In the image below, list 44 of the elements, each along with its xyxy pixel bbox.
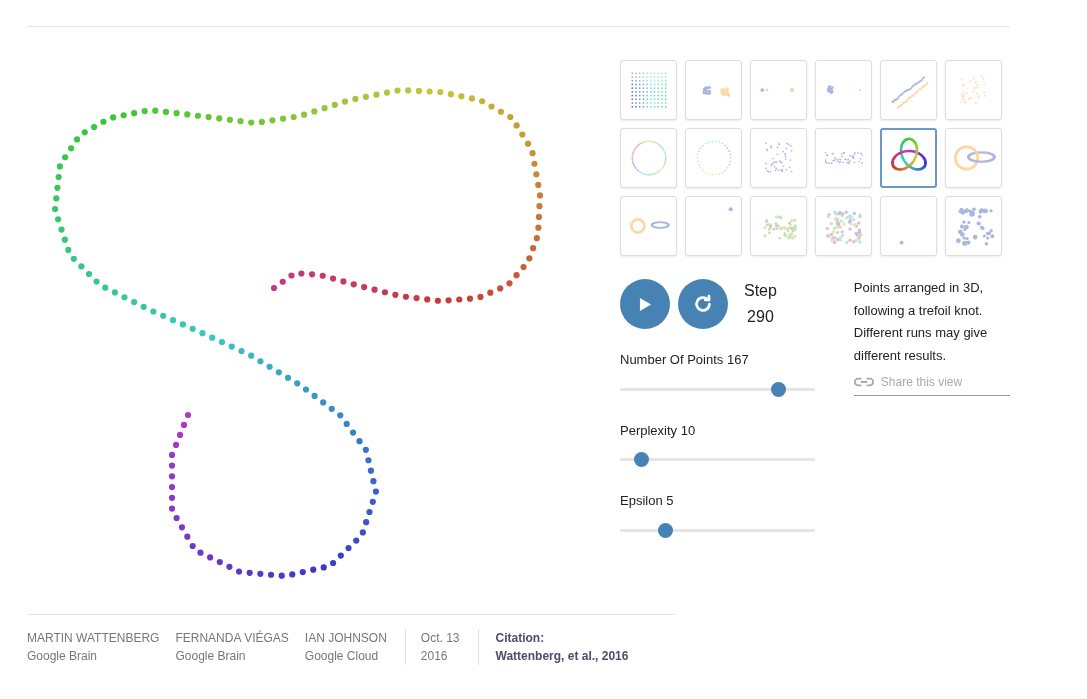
example-drawing <box>695 140 732 176</box>
slider-thumb[interactable] <box>657 522 673 538</box>
step-value: 290 <box>747 307 774 327</box>
author-name: IAN JOHNSON <box>304 630 387 647</box>
slider-label: Epsilon 5 <box>620 492 675 510</box>
slider-label: Number Of Points 167 <box>620 351 750 369</box>
play-button[interactable] <box>620 279 670 329</box>
description-text: Points arranged in 3D, following a trefoil knot. Different runs may give different results. <box>853 279 989 365</box>
slider-thumb[interactable] <box>770 381 786 397</box>
share-link[interactable]: Share this view <box>853 373 1010 396</box>
example-drawing <box>959 74 986 104</box>
example-drawing <box>826 85 861 94</box>
example-drawing <box>764 142 792 173</box>
example-drawing <box>890 137 927 171</box>
example-drawing <box>702 86 730 97</box>
publication-date: 2016 <box>420 648 449 665</box>
step-label: Step <box>744 281 777 301</box>
example-drawing <box>630 72 667 108</box>
example-drawing <box>759 87 794 93</box>
slider-label: Perplexity 10 <box>620 421 697 440</box>
citation-label: Citation: <box>495 630 546 647</box>
author-affiliation: Google Cloud <box>304 648 380 665</box>
example-drawing <box>890 76 929 109</box>
link-icon <box>853 377 874 387</box>
play-icon <box>638 296 652 312</box>
refresh-icon <box>692 293 714 315</box>
citation-text: Wattenberg, et al., 2016 <box>495 648 629 665</box>
author-affiliation: Google Brain <box>27 648 99 665</box>
example-drawing <box>824 151 863 164</box>
author-affiliation: Google Brain <box>175 648 247 665</box>
example-drawing <box>630 140 667 176</box>
reset-button[interactable] <box>678 279 728 329</box>
example-thumbnail[interactable] <box>880 128 937 188</box>
example-drawing <box>629 218 669 234</box>
example-drawing <box>953 145 996 171</box>
slider-thumb[interactable] <box>634 452 650 467</box>
example-drawing <box>899 240 903 245</box>
author-name: MARTIN WATTENBERG <box>27 630 160 647</box>
example-drawing <box>825 210 862 245</box>
example-drawing <box>728 207 733 212</box>
author-name: FERNANDA VIÉGAS <box>175 629 289 647</box>
publication-date: Oct. 13 <box>420 630 460 647</box>
example-drawing <box>955 207 994 246</box>
example-drawing <box>762 215 797 240</box>
